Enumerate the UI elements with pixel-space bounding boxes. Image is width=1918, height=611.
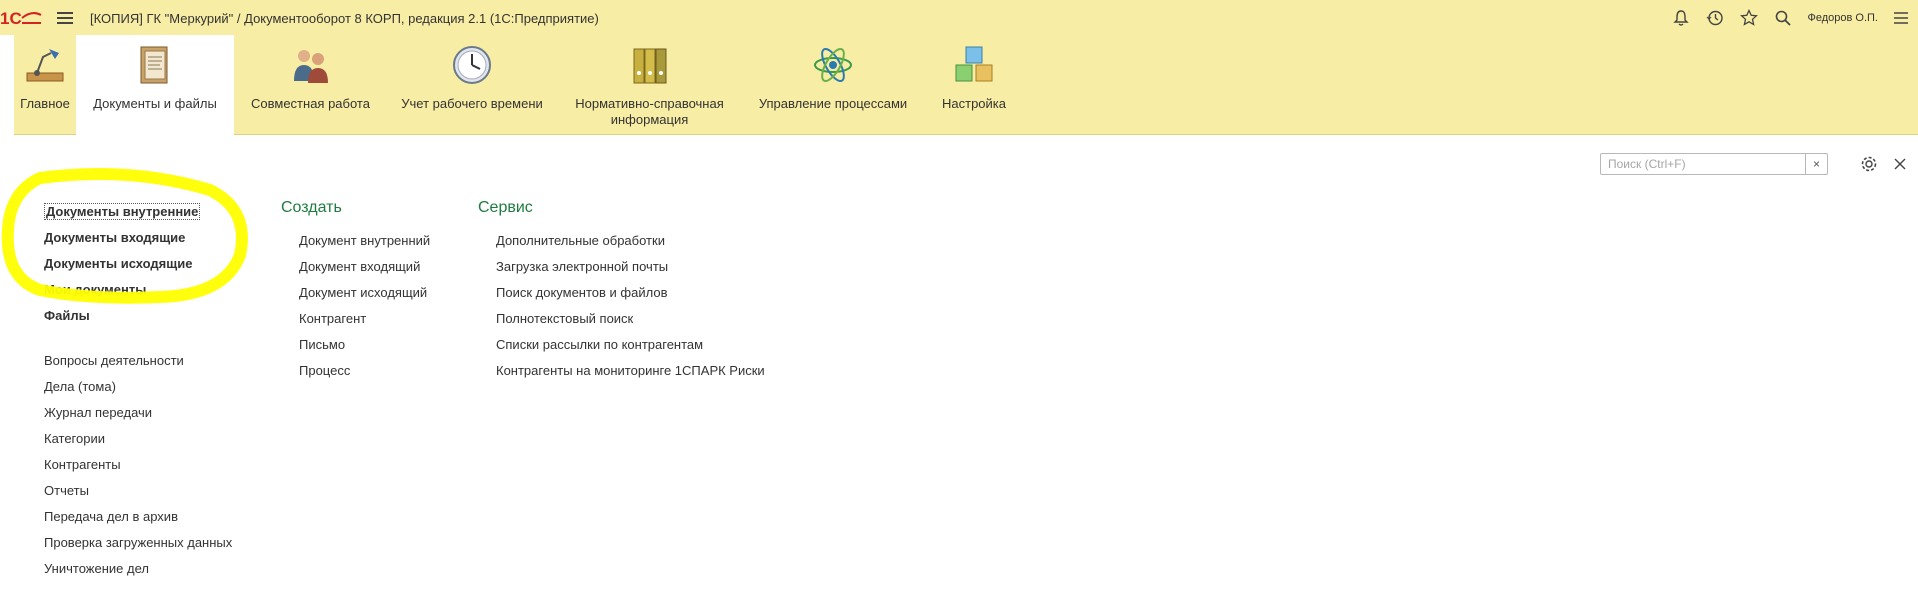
nav-item-reports[interactable]: Отчеты <box>44 482 232 508</box>
section-time-tracking[interactable]: Учет рабочего времени <box>387 35 557 135</box>
search-box: × <box>1600 153 1828 175</box>
titlebar-actions: Федоров О.П. <box>1664 0 1918 35</box>
nav-item-counterparties[interactable]: Контрагенты <box>44 456 232 482</box>
section-label: Учет рабочего времени <box>401 96 543 111</box>
service-group-title: Сервис <box>478 199 533 216</box>
nav-item-internal-documents[interactable]: Документы внутренние <box>44 203 232 229</box>
nav-item-transfer-log[interactable]: Журнал передачи <box>44 404 232 430</box>
favorites-star-icon[interactable] <box>1732 0 1766 35</box>
section-label: Главное <box>20 96 70 111</box>
section-documents-files[interactable]: Документы и файлы <box>76 35 234 135</box>
create-letter[interactable]: Письмо <box>299 336 430 362</box>
section-collaboration[interactable]: Совместная работа <box>234 35 387 135</box>
nav-item-categories[interactable]: Категории <box>44 430 232 456</box>
create-outgoing-document[interactable]: Документ исходящий <box>299 284 430 310</box>
section-label: Нормативно-справочная информация <box>575 96 724 127</box>
section-settings[interactable]: Настройка <box>924 35 1024 135</box>
service-document-search[interactable]: Поиск документов и файлов <box>496 284 765 310</box>
nav-item-outgoing-documents[interactable]: Документы исходящие <box>44 255 232 281</box>
current-user[interactable]: Федоров О.П. <box>1808 12 1879 24</box>
navigation-list: Документы внутренние Документы входящие … <box>44 203 232 586</box>
sections-panel: Главное Документы и файлы Совместная раб… <box>14 35 1918 135</box>
section-main[interactable]: Главное <box>14 35 76 135</box>
clock-icon <box>453 46 491 84</box>
service-mailing-lists[interactable]: Списки рассылки по контрагентам <box>496 336 765 362</box>
section-label: Совместная работа <box>251 96 370 111</box>
history-icon[interactable] <box>1698 0 1732 35</box>
service-email-loading[interactable]: Загрузка электронной почты <box>496 258 765 284</box>
close-icon[interactable] <box>1891 155 1909 173</box>
nav-item-my-documents[interactable]: Мои документы <box>44 281 232 307</box>
nav-item-archive-transfer[interactable]: Передача дел в архив <box>44 508 232 534</box>
nav-item-activity-questions[interactable]: Вопросы деятельности <box>44 352 232 378</box>
nav-item-cases[interactable]: Дела (тома) <box>44 378 232 404</box>
create-internal-document[interactable]: Документ внутренний <box>299 232 430 258</box>
main-menu-icon[interactable] <box>57 12 73 24</box>
create-list: Документ внутренний Документ входящий До… <box>299 232 430 388</box>
window-title: [КОПИЯ] ГК "Меркурий" / Документооборот … <box>90 11 599 26</box>
nav-item-incoming-documents[interactable]: Документы входящие <box>44 229 232 255</box>
svg-text:1С: 1С <box>0 9 22 27</box>
create-group-title: Создать <box>281 199 342 216</box>
service-list: Дополнительные обработки Загрузка электр… <box>496 232 765 388</box>
notifications-bell-icon[interactable] <box>1664 0 1698 35</box>
search-input[interactable] <box>1601 154 1801 174</box>
desk-lamp-icon <box>26 49 64 82</box>
search-clear-button[interactable]: × <box>1805 154 1827 174</box>
section-reference-info[interactable]: Нормативно-справочная информация <box>557 35 742 135</box>
people-icon <box>293 50 328 83</box>
service-spark-monitoring[interactable]: Контрагенты на мониторинге 1СПАРК Риски <box>496 362 765 388</box>
binders-icon <box>633 48 666 84</box>
service-fulltext-search[interactable]: Полнотекстовый поиск <box>496 310 765 336</box>
settings-menu-icon[interactable] <box>1884 0 1918 35</box>
nav-item-destruction[interactable]: Уничтожение дел <box>44 560 232 586</box>
1c-logo-icon: 1С <box>0 9 42 27</box>
title-bar: 1С [КОПИЯ] ГК "Меркурий" / Документообор… <box>0 0 1918 35</box>
create-incoming-document[interactable]: Документ входящий <box>299 258 430 284</box>
nav-item-files[interactable]: Файлы <box>44 307 232 333</box>
section-label: Управление процессами <box>758 96 908 111</box>
process-atom-icon <box>814 48 852 82</box>
gear-icon[interactable] <box>1858 153 1880 175</box>
documents-book-icon <box>140 46 168 84</box>
section-label: Документы и файлы <box>93 96 217 111</box>
create-process[interactable]: Процесс <box>299 362 430 388</box>
section-label: Настройка <box>942 96 1006 111</box>
service-additional-processing[interactable]: Дополнительные обработки <box>496 232 765 258</box>
cubes-icon <box>955 46 993 82</box>
create-counterparty[interactable]: Контрагент <box>299 310 430 336</box>
section-process-management[interactable]: Управление процессами <box>742 35 924 135</box>
nav-item-data-check[interactable]: Проверка загруженных данных <box>44 534 232 560</box>
search-icon[interactable] <box>1766 0 1800 35</box>
